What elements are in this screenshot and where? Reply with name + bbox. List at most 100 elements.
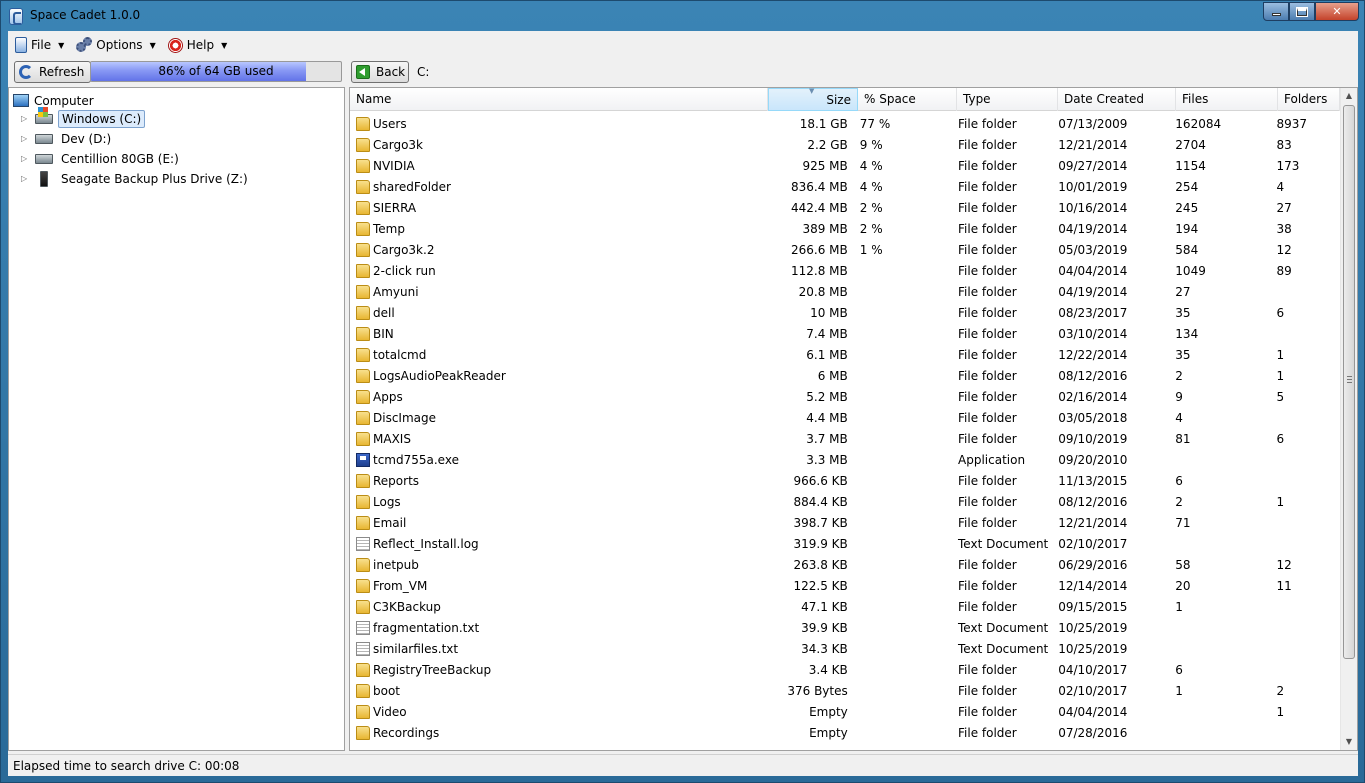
cell-name: LogsAudioPeakReader bbox=[350, 368, 764, 383]
table-row[interactable]: RegistryTreeBackup 3.4 KB File folder 04/10… bbox=[350, 659, 1340, 680]
tree-item-label: Windows (C:) bbox=[58, 109, 146, 128]
column-header-pct-space[interactable]: % Space bbox=[858, 88, 957, 111]
table-row[interactable]: From_VM 122.5 KB File folder 12/14/2014 20 11 bbox=[350, 575, 1340, 596]
table-row[interactable]: SIERRA 442.4 MB 2 % File folder 10/16/2014 24… bbox=[350, 197, 1340, 218]
scroll-down-arrow-icon[interactable]: ▼ bbox=[1341, 734, 1357, 750]
table-row[interactable]: Reflect_Install.log 319.9 KB Text Document… bbox=[350, 533, 1340, 554]
cell-type: File folder bbox=[958, 284, 1017, 299]
expand-arrow-icon[interactable]: ▷ bbox=[21, 174, 31, 183]
table-row[interactable]: Video Empty File folder 04/04/2014 1 bbox=[350, 701, 1340, 722]
column-header-files[interactable]: Files bbox=[1176, 88, 1278, 111]
table-row[interactable]: Logs 884.4 KB File folder 08/12/2016 2 1 bbox=[350, 491, 1340, 512]
cell-type: File folder bbox=[958, 704, 1017, 719]
table-row[interactable]: similarfiles.txt 34.3 KB Text Document 10/2… bbox=[350, 638, 1340, 659]
back-button[interactable]: Back bbox=[351, 61, 409, 83]
cell-size: Empty bbox=[809, 725, 848, 740]
menu-help[interactable]: Help ▼ bbox=[161, 34, 233, 56]
table-row[interactable]: sharedFolder 836.4 MB 4 % File folder 10/01/… bbox=[350, 176, 1340, 197]
table-row[interactable]: C3KBackup 47.1 KB File folder 09/15/2015 1 bbox=[350, 596, 1340, 617]
table-row[interactable]: fragmentation.txt 39.9 KB Text Document 10/… bbox=[350, 617, 1340, 638]
cell-date-created: 10/25/2019 bbox=[1058, 641, 1128, 656]
cell-type: File folder bbox=[958, 494, 1017, 509]
table-row[interactable]: Temp 389 MB 2 % File folder 04/19/2014 194 38 bbox=[350, 218, 1340, 239]
table-row[interactable]: MAXIS 3.7 MB File folder 09/10/2019 81 6 bbox=[350, 428, 1340, 449]
table-row[interactable]: NVIDIA 925 MB 4 % File folder 09/27/2014 1154… bbox=[350, 155, 1340, 176]
tree-item-dev-d[interactable]: ▷ Dev (D:) bbox=[21, 129, 114, 148]
menu-help-label: Help bbox=[186, 38, 215, 52]
table-row[interactable]: totalcmd 6.1 MB File folder 12/22/2014 35 1 bbox=[350, 344, 1340, 365]
computer-icon bbox=[13, 94, 29, 107]
table-row[interactable]: DiscImage 4.4 MB File folder 03/05/2018 4 bbox=[350, 407, 1340, 428]
column-header-name[interactable]: Name bbox=[350, 88, 768, 111]
column-header-date-created[interactable]: Date Created bbox=[1058, 88, 1176, 111]
cell-size: 966.6 KB bbox=[793, 473, 848, 488]
cell-date-created: 08/23/2017 bbox=[1058, 305, 1128, 320]
maximize-button[interactable] bbox=[1289, 2, 1315, 21]
close-button[interactable]: ✕ bbox=[1315, 2, 1359, 21]
tree-root-computer[interactable]: Computer bbox=[13, 92, 94, 109]
cell-files: 245 bbox=[1175, 200, 1199, 215]
table-row[interactable]: tcmd755a.exe 3.3 MB Application 09/20/2010 bbox=[350, 449, 1340, 470]
table-row[interactable]: Users 18.1 GB 77 % File folder 07/13/2009 162… bbox=[350, 113, 1340, 134]
folder-icon bbox=[356, 116, 370, 131]
table-row[interactable]: Reports 966.6 KB File folder 11/13/2015 6 bbox=[350, 470, 1340, 491]
cell-folders: 5 bbox=[1276, 389, 1285, 404]
table-row[interactable]: Apps 5.2 MB File folder 02/16/2014 9 5 bbox=[350, 386, 1340, 407]
cell-size: 5.2 MB bbox=[806, 389, 848, 404]
tree-item-seagate-z[interactable]: ▷ Seagate Backup Plus Drive (Z:) bbox=[21, 169, 251, 188]
folder-icon bbox=[356, 368, 370, 383]
cell-name: Reports bbox=[350, 473, 764, 488]
cell-size: 389 MB bbox=[802, 221, 848, 236]
cell-name: Apps bbox=[350, 389, 764, 404]
menu-file[interactable]: File ▼ bbox=[8, 34, 69, 56]
column-header-type[interactable]: Type bbox=[957, 88, 1058, 111]
folder-icon bbox=[356, 158, 370, 173]
cell-files: 4 bbox=[1175, 410, 1183, 425]
cell-name: boot bbox=[350, 683, 764, 698]
cell-size: 7.4 MB bbox=[806, 326, 848, 341]
cell-date-created: 02/10/2017 bbox=[1058, 683, 1128, 698]
cell-type: File folder bbox=[958, 389, 1017, 404]
expand-arrow-icon[interactable]: ▷ bbox=[21, 134, 31, 143]
table-row[interactable]: dell 10 MB File folder 08/23/2017 35 6 bbox=[350, 302, 1340, 323]
cell-name-text: SIERRA bbox=[373, 200, 417, 215]
dropdown-arrow-icon: ▼ bbox=[149, 40, 156, 50]
cell-name: MAXIS bbox=[350, 431, 764, 446]
folder-list[interactable]: Name ▼ Size % Space Type Date Created Fi… bbox=[349, 87, 1358, 751]
table-row[interactable]: Cargo3k 2.2 GB 9 % File folder 12/21/2014 270… bbox=[350, 134, 1340, 155]
menu-options[interactable]: Options ▼ bbox=[69, 34, 160, 56]
drive-tree[interactable]: Computer ▷ Windows (C:) ▷ Dev (D:) ▷ Cen… bbox=[8, 87, 345, 751]
tree-root-label: Computer bbox=[34, 93, 94, 108]
cell-files: 35 bbox=[1175, 305, 1191, 320]
cell-folders: 27 bbox=[1276, 200, 1292, 215]
table-row[interactable]: LogsAudioPeakReader 6 MB File folder 08/12/… bbox=[350, 365, 1340, 386]
expand-arrow-icon[interactable]: ▷ bbox=[21, 154, 31, 163]
scroll-up-arrow-icon[interactable]: ▲ bbox=[1341, 88, 1357, 104]
cell-folders: 1 bbox=[1276, 347, 1285, 362]
dropdown-arrow-icon: ▼ bbox=[58, 40, 65, 50]
cell-name: Cargo3k.2 bbox=[350, 242, 764, 257]
cell-files: 6 bbox=[1175, 473, 1183, 488]
vertical-scrollbar[interactable]: ▲ ▼ bbox=[1340, 88, 1357, 750]
table-row[interactable]: inetpub 263.8 KB File folder 06/29/2016 58 12 bbox=[350, 554, 1340, 575]
refresh-button[interactable]: Refresh bbox=[14, 61, 91, 83]
tree-item-windows-c[interactable]: ▷ Windows (C:) bbox=[21, 106, 146, 128]
expand-arrow-icon[interactable]: ▷ bbox=[21, 114, 31, 123]
table-row[interactable]: 2-click run 112.8 MB File folder 04/04/2014… bbox=[350, 260, 1340, 281]
table-row[interactable]: Email 398.7 KB File folder 12/21/2014 71 bbox=[350, 512, 1340, 533]
column-header-folders[interactable]: Folders bbox=[1278, 88, 1340, 111]
folder-icon bbox=[356, 557, 370, 572]
table-row[interactable]: BIN 7.4 MB File folder 03/10/2014 134 bbox=[350, 323, 1340, 344]
table-row[interactable]: boot 376 Bytes File folder 02/10/2017 1 2 bbox=[350, 680, 1340, 701]
cell-pct-space: 4 % bbox=[859, 179, 883, 194]
minimize-button[interactable] bbox=[1263, 2, 1289, 21]
table-row[interactable]: Recordings Empty File folder 07/28/2016 bbox=[350, 722, 1340, 743]
table-row[interactable]: Amyuni 20.8 MB File folder 04/19/2014 27 bbox=[350, 281, 1340, 302]
tree-item-centillion-e[interactable]: ▷ Centillion 80GB (E:) bbox=[21, 149, 182, 168]
column-header-size[interactable]: ▼ Size bbox=[768, 88, 858, 111]
cell-folders: 1 bbox=[1276, 368, 1285, 383]
scroll-thumb[interactable] bbox=[1343, 105, 1355, 659]
title-bar[interactable]: Space Cadet 1.0.0 ✕ bbox=[1, 1, 1364, 31]
table-row[interactable]: Cargo3k.2 266.6 MB 1 % File folder 05/03/201… bbox=[350, 239, 1340, 260]
cell-size: 122.5 KB bbox=[793, 578, 848, 593]
